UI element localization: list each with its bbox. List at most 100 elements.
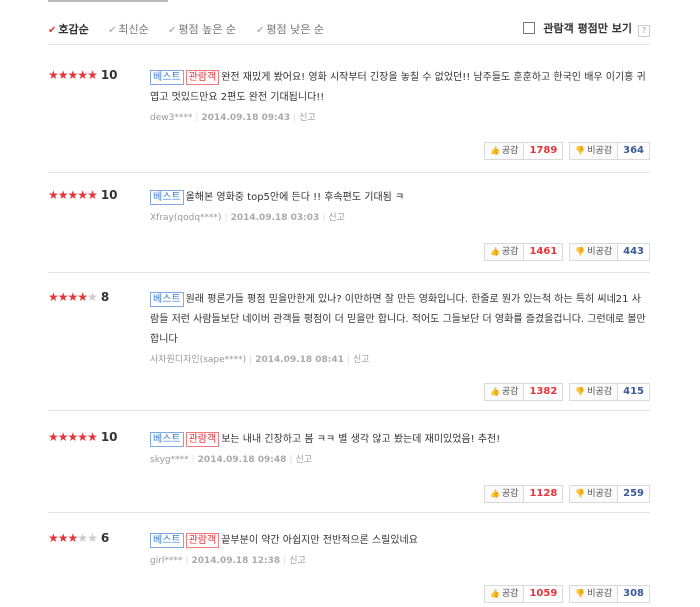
help-icon[interactable]: ? [638, 25, 650, 37]
star-icon: ★ [57, 188, 69, 202]
star-icon: ★ [87, 188, 98, 202]
sort-option-latest[interactable]: ✔ 최신순 [108, 21, 149, 37]
rating: ★★★★★ 6 [48, 531, 148, 545]
vote-buttons: 👍 공감 1461 👎 비공감 443 [483, 243, 650, 261]
dislike-count: 259 [617, 485, 650, 503]
sort-option-low-rating[interactable]: ✔ 평점 낮은 순 [256, 21, 324, 37]
dislike-count: 443 [617, 243, 650, 261]
report-link[interactable]: 신고 [353, 355, 370, 365]
audience-badge: 관람객 [185, 533, 220, 548]
checkbox[interactable] [523, 22, 536, 34]
rating: ★★★★★ 10 [48, 188, 148, 202]
review-date: 2014.09.18 03:03 [230, 213, 320, 223]
review-user[interactable]: girl**** [150, 556, 182, 566]
star-icon: ★ [67, 531, 79, 545]
review-text: 완전 재밌게 봤어요! 영화 시작부터 긴장을 놓칠 수 없었던!! 남주들도 … [150, 72, 646, 103]
review-user[interactable]: Xfray(qodq****) [150, 213, 222, 223]
rating: ★★★★★ 8 [48, 290, 148, 304]
star-icon: ★ [77, 290, 88, 304]
like-count: 1059 [523, 585, 564, 603]
review-user[interactable]: 사차원디자인(sape****) [150, 355, 246, 365]
star-icon: ★ [77, 531, 88, 545]
review-meta: girl**** | 2014.09.18 12:38 | 신고 [150, 553, 650, 566]
like-button[interactable]: 👍 공감 [483, 383, 525, 401]
like-button[interactable]: 👍 공감 [483, 585, 525, 603]
star-icon: ★ [87, 290, 98, 304]
review-text: 끝부분이 약간 아쉽지만 전반적으론 스릴있네요 [221, 535, 418, 546]
review-text: 올해본 영화중 top5안에 든다 !! 후속편도 기대됨 ㅋ [185, 192, 405, 203]
dislike-button[interactable]: 👎 비공감 [569, 485, 619, 503]
rating: ★★★★★ 10 [48, 430, 148, 444]
vote-buttons: 👍 공감 1059 👎 비공감 308 [483, 585, 650, 603]
like-label: 공감 [501, 589, 519, 599]
thumbs-down-icon: 👎 [575, 146, 586, 155]
review-text: 원래 평론가들 평점 믿을만한게 있나? 이만하면 잘 만든 영화입니다. 한줄… [150, 294, 646, 345]
dislike-button[interactable]: 👎 비공감 [569, 585, 619, 603]
divider: | [185, 556, 189, 566]
review-user[interactable]: dew3**** [150, 113, 192, 123]
review-content: 베스트 원래 평론가들 평점 믿을만한게 있나? 이만하면 잘 만든 영화입니다.… [150, 290, 650, 365]
dislike-label: 비공감 [587, 489, 613, 499]
divider: | [346, 355, 350, 365]
like-label: 공감 [501, 247, 519, 257]
best-badge: 베스트 [150, 190, 184, 205]
sort-option-high-rating[interactable]: ✔ 평점 높은 순 [168, 21, 236, 37]
check-icon: ✔ [108, 25, 117, 36]
star-icon: ★ [57, 68, 69, 82]
check-icon: ✔ [256, 25, 265, 36]
divider: | [195, 113, 199, 123]
report-link[interactable]: 신고 [295, 455, 312, 465]
star-icon: ★ [77, 68, 88, 82]
dislike-button[interactable]: 👎 비공감 [569, 142, 619, 160]
star-icon: ★ [87, 531, 98, 545]
dislike-label: 비공감 [587, 146, 613, 156]
like-label: 공감 [501, 146, 519, 156]
review-item: ★★★★★ 10 베스트 관람객 완전 재밌게 봤어요! 영화 시작부터 긴장을 놓칠 … [48, 68, 650, 173]
star-icon: ★ [67, 188, 79, 202]
report-link[interactable]: 신고 [289, 556, 306, 566]
like-button[interactable]: 👍 공감 [483, 243, 525, 261]
dislike-button[interactable]: 👎 비공감 [569, 383, 619, 401]
review-item: ★★★★★ 8 베스트 원래 평론가들 평점 믿을만한게 있나? 이만하면 잘 만든 … [48, 290, 650, 411]
report-link[interactable]: 신고 [328, 213, 345, 223]
star-icon: ★ [67, 430, 79, 444]
sort-option-label: 최신순 [118, 23, 149, 36]
rating-score: 10 [100, 68, 118, 82]
vote-buttons: 👍 공감 1382 👎 비공감 415 [483, 383, 650, 401]
sort-bar: ✔ 호감순 ✔ 최신순 ✔ 평점 높은 순 ✔ 평점 낮은 순 관람객 평점만 보기? [48, 12, 650, 45]
star-icon: ★ [87, 430, 98, 444]
review-date: 2014.09.18 08:41 [255, 355, 344, 365]
check-icon: ✔ [48, 25, 57, 36]
review-item: ★★★★★ 6 베스트 관람객 끝부분이 약간 아쉽지만 전반적으론 스릴있네요 girl… [48, 531, 650, 607]
rating-score: 8 [100, 290, 110, 304]
dislike-button[interactable]: 👎 비공감 [569, 243, 619, 261]
review-meta: 사차원디자인(sape****) | 2014.09.18 08:41 | 신고 [150, 352, 650, 365]
star-icon: ★ [77, 188, 88, 202]
review-date: 2014.09.18 12:38 [191, 556, 281, 566]
star-icon: ★ [48, 531, 59, 545]
review-date: 2014.09.18 09:48 [197, 455, 287, 465]
audience-only-filter[interactable]: 관람객 평점만 보기? [523, 20, 650, 37]
review-meta: Xfray(qodq****) | 2014.09.18 03:03 | 신고 [150, 210, 650, 223]
like-label: 공감 [501, 489, 519, 499]
sort-option-label: 호감순 [58, 23, 89, 36]
star-icon: ★ [57, 430, 69, 444]
review-item: ★★★★★ 10 베스트 올해본 영화중 top5안에 든다 !! 후속편도 기대됨 … [48, 188, 650, 273]
dislike-label: 비공감 [587, 247, 613, 257]
star-icon: ★ [77, 430, 88, 444]
dislike-count: 308 [617, 585, 650, 603]
review-text-block: 베스트 올해본 영화중 top5안에 든다 !! 후속편도 기대됨 ㅋ [150, 188, 650, 208]
sort-option-label: 평점 낮은 순 [266, 23, 324, 36]
thumbs-down-icon: 👎 [575, 489, 586, 498]
like-button[interactable]: 👍 공감 [483, 485, 525, 503]
star-icon: ★ [57, 531, 69, 545]
check-icon: ✔ [168, 25, 177, 36]
review-meta: dew3**** | 2014.09.18 09:43 | 신고 [150, 110, 650, 123]
thumbs-up-icon: 👍 [489, 247, 500, 256]
review-user[interactable]: skyg**** [150, 455, 189, 465]
sort-option-likes[interactable]: ✔ 호감순 [48, 21, 89, 37]
report-link[interactable]: 신고 [299, 113, 316, 123]
like-label: 공감 [501, 387, 519, 397]
like-button[interactable]: 👍 공감 [483, 142, 525, 160]
thumbs-up-icon: 👍 [489, 146, 500, 155]
